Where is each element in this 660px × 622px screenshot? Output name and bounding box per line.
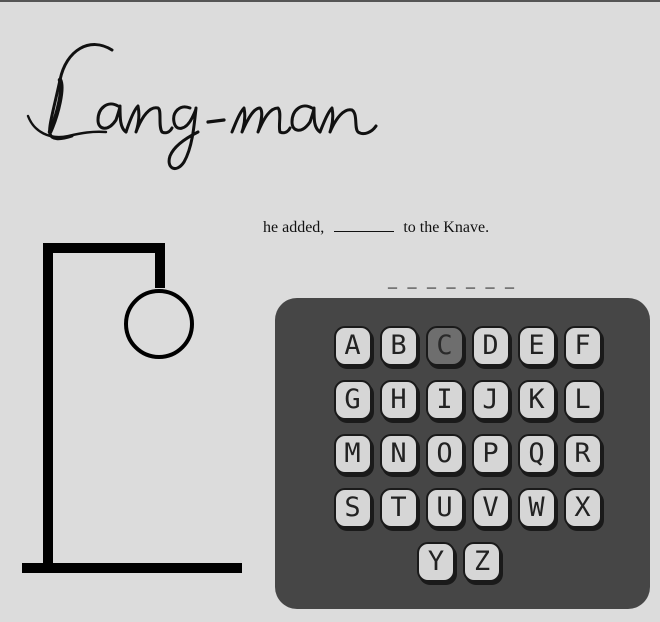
letter-key-c[interactable]: C	[425, 326, 464, 366]
word-blanks: _ _ _ _ _ _ _	[388, 270, 517, 290]
letter-key-k[interactable]: K	[517, 380, 556, 420]
letter-key-h[interactable]: H	[379, 380, 418, 420]
keyboard-row: YZ	[275, 542, 650, 582]
letter-key-m[interactable]: M	[333, 434, 372, 474]
letter-key-n[interactable]: N	[379, 434, 418, 474]
gallows-base	[22, 563, 242, 573]
clue-text-after: to the Knave.	[403, 219, 490, 236]
keyboard-row: MNOPQR	[275, 434, 650, 474]
hangman-head	[124, 289, 194, 359]
letter-key-o[interactable]: O	[425, 434, 464, 474]
letter-key-p[interactable]: P	[471, 434, 510, 474]
letter-key-f[interactable]: F	[563, 326, 602, 366]
clue-blank	[334, 219, 395, 232]
letter-key-r[interactable]: R	[563, 434, 602, 474]
clue-sentence: he added, to the Knave.	[263, 219, 489, 237]
lang-man-logo	[26, 43, 378, 171]
letter-key-d[interactable]: D	[471, 326, 510, 366]
letter-key-u[interactable]: U	[425, 488, 464, 528]
letter-key-a[interactable]: A	[333, 326, 372, 366]
keyboard-row: ABCDEF	[275, 326, 650, 366]
letter-key-v[interactable]: V	[471, 488, 510, 528]
letter-key-y[interactable]: Y	[417, 542, 455, 582]
top-border	[0, 0, 660, 2]
clue-text-before: he added,	[263, 219, 325, 236]
letter-key-w[interactable]: W	[517, 488, 556, 528]
gallows-rope	[155, 243, 165, 288]
letter-key-s[interactable]: S	[333, 488, 372, 528]
letter-key-i[interactable]: I	[425, 380, 464, 420]
keyboard-row: STUVWX	[275, 488, 650, 528]
letter-key-x[interactable]: X	[563, 488, 602, 528]
letter-key-b[interactable]: B	[379, 326, 418, 366]
gallows-post	[43, 243, 53, 565]
letter-key-g[interactable]: G	[333, 380, 372, 420]
letter-key-j[interactable]: J	[471, 380, 510, 420]
letter-key-z[interactable]: Z	[463, 542, 501, 582]
letter-key-q[interactable]: Q	[517, 434, 556, 474]
gallows-beam	[43, 243, 165, 253]
keyboard-row: GHIJKL	[275, 380, 650, 420]
gallows-drawing	[22, 243, 242, 573]
letter-keyboard: ABCDEF GHIJKL MNOPQR STUVWX YZ	[275, 298, 650, 609]
letter-key-t[interactable]: T	[379, 488, 418, 528]
letter-key-e[interactable]: E	[517, 326, 556, 366]
letter-key-l[interactable]: L	[563, 380, 602, 420]
